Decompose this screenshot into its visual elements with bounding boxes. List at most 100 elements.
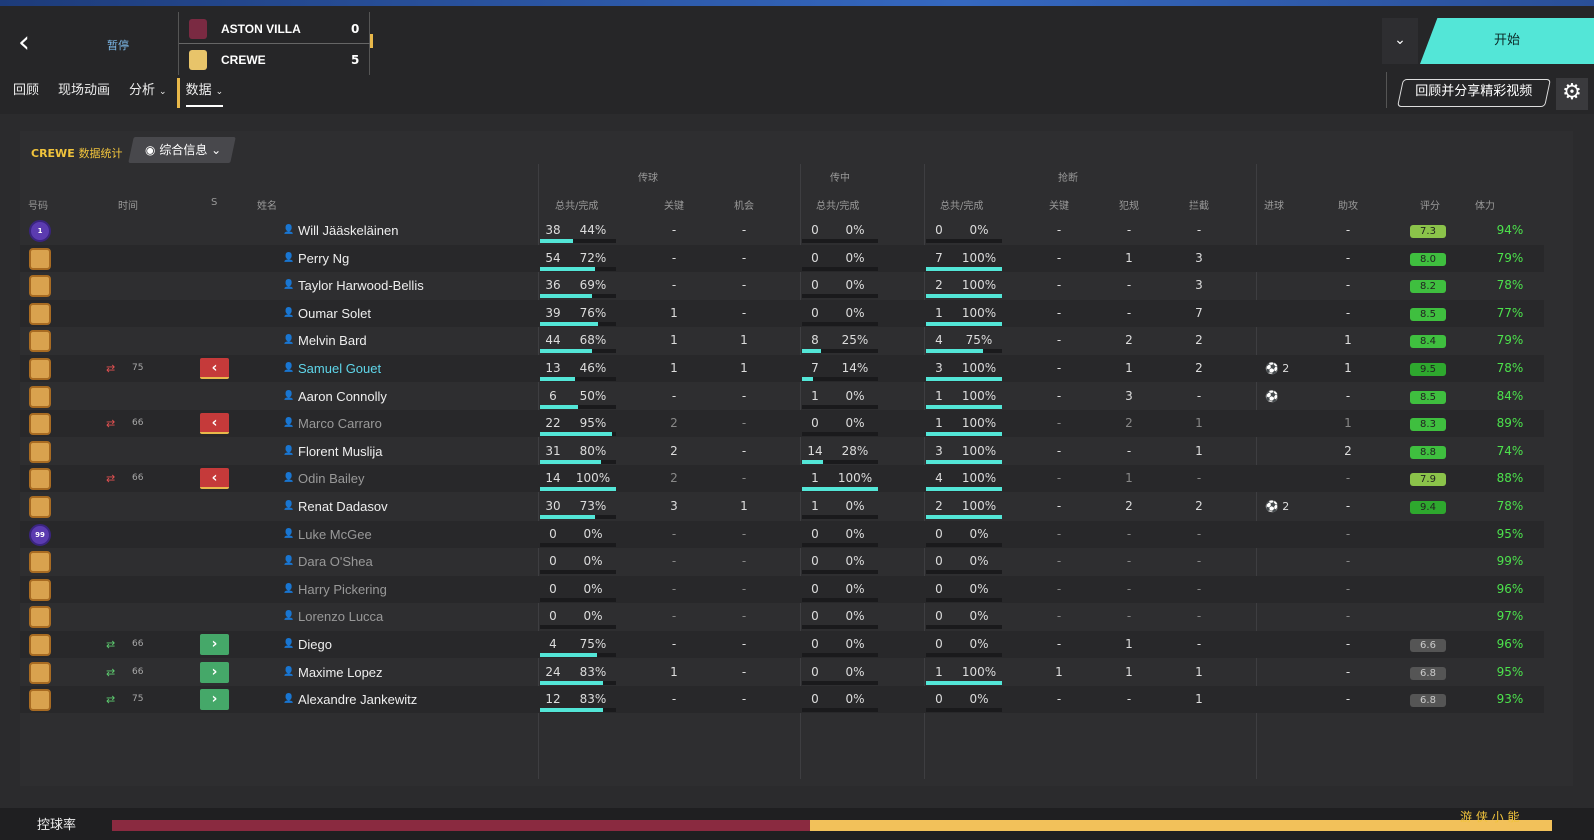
progress-bar [540, 570, 616, 575]
group-header-tackles: 抢断 [1058, 173, 1078, 184]
player-name[interactable]: Diego [298, 631, 332, 658]
col-name[interactable]: 姓名 [257, 197, 277, 212]
player-name[interactable]: Renat Dadasov [298, 493, 388, 520]
stamina-value: 89% [1496, 416, 1524, 431]
stat-key-passes: - [671, 637, 677, 651]
stat-fouls: - [1126, 278, 1132, 293]
player-name[interactable]: Will Jääskeläinen [298, 217, 398, 244]
col-cross-total[interactable]: 总共/完成 [816, 197, 859, 212]
table-row[interactable]: ⇄ 66 › 👤 Diego 4 75% - -0 0% 0 0% -1- -6.6 96% [20, 631, 1544, 658]
table-row[interactable]: 👤 Taylor Harwood-Bellis 36 69% - -0 0% 2 100% - -3… [20, 272, 1544, 299]
chevron-down-icon: ⌄ [159, 87, 167, 97]
gear-icon[interactable]: ⚙ [1556, 78, 1588, 110]
person-icon: 👤 [283, 501, 295, 511]
player-name[interactable]: Alexandre Jankewitz [298, 686, 417, 713]
person-icon: 👤 [283, 611, 295, 622]
chevron-right-icon[interactable]: › [200, 661, 229, 683]
chevron-left-icon[interactable]: ‹ [200, 468, 229, 490]
col-tackle-total[interactable]: 总共/完成 [940, 197, 983, 212]
table-row[interactable]: 👤 Melvin Bard 44 68% 1 1 8 25% 4 75% -2 2 1 8.4 79% [20, 327, 1544, 354]
col-fouls[interactable]: 犯规 [1119, 197, 1139, 212]
chevron-left-icon[interactable]: ‹ [200, 358, 229, 379]
stat-key-passes: - [671, 581, 677, 596]
progress-fill [926, 432, 1002, 437]
player-name[interactable]: Taylor Harwood-Bellis [298, 272, 424, 299]
person-icon: 👤 [283, 528, 295, 539]
player-name[interactable]: Harry Pickering [298, 576, 387, 603]
table-row[interactable]: 99 👤 Luke McGee 0 0% - -0 0% 0 0% - - - -95% [20, 520, 1544, 548]
col-goals[interactable]: 进球 [1264, 197, 1284, 212]
progress-bar [540, 459, 616, 464]
table-row[interactable]: 👤 Florent Muslija 31 80% 2-14 28% 3 100% - -1 2 8.8… [20, 438, 1544, 465]
player-name[interactable]: Luke McGee [298, 521, 372, 548]
player-name[interactable]: Marco Carraro [298, 410, 382, 437]
table-row[interactable]: 👤 Dara O'Shea 0 0% - -0 0% 0 0% - - - -99% [20, 548, 1544, 575]
col-time[interactable]: 时间 [118, 197, 138, 212]
col-tackle-key[interactable]: 关键 [1049, 197, 1069, 212]
table-row[interactable]: 👤 Perry Ng 54 72% - -0 0% 7 100% -1 3-8.0 79% [20, 244, 1544, 272]
chevron-right-icon[interactable]: › [200, 634, 229, 655]
table-row[interactable]: 👤 Harry Pickering 0 0% - -0 0% 0 0% - - - -96% [20, 575, 1544, 603]
player-name[interactable]: Odin Bailey [298, 465, 364, 492]
table-row[interactable]: 👤 Renat Dadasov 30 73% 3 1 1 0% 2 100% -2 2 ⚽ 2-9.4 7… [20, 493, 1544, 520]
tab-1[interactable]: 现场动画 [58, 79, 110, 107]
table-row[interactable]: 👤 Lorenzo Lucca 0 0% - -0 0% 0 0% - - - -97% [20, 603, 1544, 630]
away-team-row[interactable]: CREWE 5 [177, 45, 371, 108]
home-team-row[interactable]: ASTON VILLA 0 [179, 14, 373, 48]
player-name[interactable]: Lorenzo Lucca [298, 603, 383, 630]
table-row[interactable]: ⇄ 75 › 👤 Alexandre Jankewitz 12 83% - -0 0% 0 0% - -1… [20, 686, 1544, 714]
chevron-right-icon[interactable]: › [200, 689, 229, 711]
rating-badge: 6.8 [1410, 666, 1446, 680]
table-row[interactable]: ⇄ 66 ‹ 👤 Marco Carraro 22 95% 2-0 0% 1 100% -2 1 1 8.3… [20, 410, 1544, 438]
tab-3[interactable]: 数据 ⌄ [185, 79, 224, 107]
person-icon: 👤 [283, 418, 295, 429]
player-name[interactable]: Dara O'Shea [298, 548, 373, 575]
share-highlights-button[interactable]: 回顾并分享精彩视频 [1397, 79, 1551, 107]
rating-badge: 8.4 [1410, 335, 1446, 349]
stat-key-passes: 1 [670, 333, 678, 348]
table-row[interactable]: 👤 Aaron Connolly 6 50% - -1 0% 1 100% -3- ⚽ -8.5 84% [20, 383, 1544, 410]
table-row[interactable]: 👤 Oumar Solet 39 76% 1-0 0% 1 100% - -7-8.5 77% [20, 299, 1544, 327]
col-interceptions[interactable]: 拦截 [1189, 197, 1209, 212]
player-name[interactable]: Florent Muslija [298, 438, 383, 465]
start-button[interactable]: 开始 [1420, 18, 1594, 64]
back-button[interactable]: ‹ [18, 28, 30, 58]
col-number[interactable]: 号码 [28, 197, 48, 212]
player-name[interactable]: Maxime Lopez [298, 659, 383, 686]
view-selector[interactable]: ◉ 综合信息 ⌄ [128, 137, 236, 163]
table-row[interactable]: 1 👤 Will Jääskeläinen 38 44% - -0 0% 0 0% - - - -7.3 9… [20, 217, 1544, 244]
col-assists[interactable]: 助攻 [1338, 197, 1358, 212]
col-rating[interactable]: 评分 [1420, 197, 1440, 212]
col-stamina[interactable]: 体力 [1475, 197, 1495, 212]
table-row[interactable]: ⇄ 75 ‹ 👤 Samuel Gouet 13 46% 1 1 7 14% 3 100% -1 2 ⚽ 21… [20, 355, 1544, 382]
chevron-down-icon[interactable]: ⌄ [1382, 18, 1418, 64]
player-name[interactable]: Samuel Gouet [298, 355, 381, 382]
player-name[interactable]: Perry Ng [298, 245, 349, 272]
chevron-left-icon[interactable]: ‹ [200, 413, 229, 435]
progress-bar [926, 597, 1002, 602]
stat-key-passes: 2 [670, 416, 678, 431]
stat-chances: - [741, 692, 747, 707]
tab-2[interactable]: 分析 ⌄ [129, 79, 167, 107]
sub-minute: 66 [132, 418, 144, 429]
col-pass-total[interactable]: 总共/完成 [555, 197, 598, 212]
progress-fill [540, 515, 596, 519]
table-row[interactable]: ⇄ 66 ‹ 👤 Odin Bailey 14 100% 2-1 100% 4 100% -1- -7.… [20, 465, 1544, 493]
sub-minute: 75 [132, 694, 144, 705]
stat-interceptions: - [1196, 637, 1202, 651]
table-row[interactable]: ⇄ 66 › 👤 Maxime Lopez 24 83% 1-0 0% 1 100% 1 1 1-6.8 9… [20, 659, 1544, 686]
stat-tackle-key: - [1056, 250, 1062, 265]
player-name[interactable]: Melvin Bard [298, 327, 367, 354]
player-name[interactable]: Oumar Solet [298, 300, 371, 327]
stat-tackle-key: - [1056, 388, 1062, 403]
col-s[interactable]: S [211, 197, 217, 208]
stat-tackle-key: - [1056, 278, 1062, 293]
col-key[interactable]: 关键 [664, 197, 684, 212]
tab-0[interactable]: 回顾 [13, 79, 39, 107]
player-name[interactable]: Aaron Connolly [298, 383, 387, 410]
progress-fill [540, 266, 595, 271]
stat-chances: - [741, 223, 747, 237]
col-chances[interactable]: 机会 [734, 197, 754, 212]
home-score: 0 [351, 21, 360, 36]
progress-bar [802, 294, 878, 299]
